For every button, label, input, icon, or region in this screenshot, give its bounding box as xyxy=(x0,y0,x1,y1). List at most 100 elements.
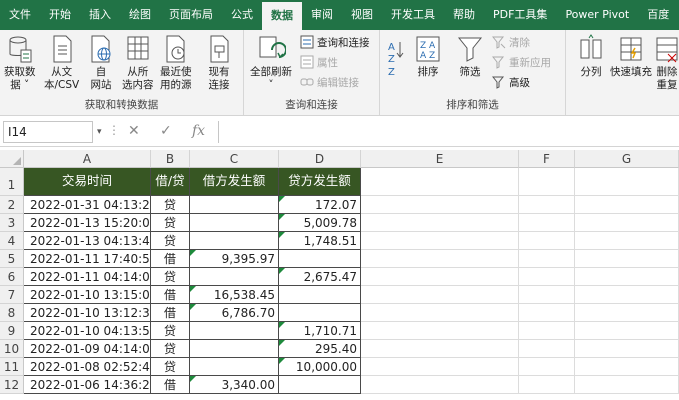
table-cell[interactable] xyxy=(575,268,679,286)
header-cell[interactable]: 借/贷 xyxy=(151,168,190,196)
table-cell[interactable]: 295.40 xyxy=(279,340,361,358)
table-cell[interactable]: 贷 xyxy=(151,322,190,340)
header-cell[interactable] xyxy=(361,168,519,196)
table-cell[interactable]: 贷 xyxy=(151,232,190,250)
header-cell[interactable]: 交易时间 xyxy=(24,168,151,196)
header-cell[interactable]: 借方发生额 xyxy=(190,168,279,196)
table-cell[interactable]: 2022-01-11 17:40:56 xyxy=(24,250,151,268)
table-cell[interactable] xyxy=(361,304,519,322)
table-cell[interactable]: 贷 xyxy=(151,196,190,214)
table-cell[interactable]: 贷 xyxy=(151,268,190,286)
flash-fill-button[interactable]: 快速填充 xyxy=(610,34,652,79)
get-data-button[interactable]: 获取数 据 ˅ xyxy=(4,34,36,92)
row-header[interactable]: 7 xyxy=(0,286,24,304)
table-cell[interactable] xyxy=(190,214,279,232)
formula-input[interactable] xyxy=(218,121,679,143)
table-cell[interactable]: 2022-01-08 02:52:44 xyxy=(24,358,151,376)
tab-9[interactable]: 开发工具 xyxy=(382,0,444,30)
table-cell[interactable]: 5,009.78 xyxy=(279,214,361,232)
table-cell[interactable] xyxy=(361,196,519,214)
table-cell[interactable] xyxy=(361,214,519,232)
table-cell[interactable] xyxy=(575,286,679,304)
row-header[interactable]: 2 xyxy=(0,196,24,214)
row-header[interactable]: 11 xyxy=(0,358,24,376)
tab-6[interactable]: 数据 xyxy=(262,2,302,30)
table-cell[interactable]: 贷 xyxy=(151,340,190,358)
queries-connections-button[interactable]: 查询和连接 xyxy=(300,33,370,51)
table-cell[interactable] xyxy=(361,268,519,286)
table-cell[interactable]: 3,340.00 xyxy=(190,376,279,394)
tab-3[interactable]: 绘图 xyxy=(120,0,160,30)
column-header[interactable]: F xyxy=(519,150,575,168)
table-cell[interactable]: 2022-01-13 15:20:01 xyxy=(24,214,151,232)
table-cell[interactable] xyxy=(519,214,575,232)
column-header[interactable]: A xyxy=(24,150,151,168)
table-cell[interactable] xyxy=(519,286,575,304)
name-box-dropdown-icon[interactable]: ▾ xyxy=(97,127,102,137)
tab-7[interactable]: 审阅 xyxy=(302,0,342,30)
table-cell[interactable] xyxy=(361,376,519,394)
table-cell[interactable] xyxy=(575,196,679,214)
table-cell[interactable] xyxy=(361,250,519,268)
table-cell[interactable] xyxy=(190,340,279,358)
tab-13[interactable]: 百度 xyxy=(638,0,678,30)
row-header[interactable]: 10 xyxy=(0,340,24,358)
name-box[interactable]: I14 xyxy=(3,121,93,143)
table-cell[interactable]: 2022-01-10 04:13:57 xyxy=(24,322,151,340)
row-header[interactable]: 12 xyxy=(0,376,24,394)
from-selection-button[interactable]: 从所 选内容 xyxy=(122,34,154,92)
column-header[interactable]: B xyxy=(151,150,190,168)
table-cell[interactable] xyxy=(190,196,279,214)
sort-az-button[interactable]: AZZ xyxy=(386,38,406,78)
table-cell[interactable] xyxy=(519,304,575,322)
reapply-filter-button[interactable]: 重新应用 xyxy=(492,53,551,71)
table-cell[interactable] xyxy=(361,286,519,304)
tab-0[interactable]: 文件 xyxy=(0,0,40,30)
table-cell[interactable]: 2022-01-09 04:14:03 xyxy=(24,340,151,358)
table-cell[interactable] xyxy=(575,358,679,376)
from-text-csv-button[interactable]: 从文 本/CSV xyxy=(44,34,79,92)
column-header[interactable]: C xyxy=(190,150,279,168)
table-cell[interactable]: 贷 xyxy=(151,358,190,376)
table-cell[interactable] xyxy=(279,250,361,268)
table-cell[interactable] xyxy=(361,322,519,340)
table-cell[interactable]: 贷 xyxy=(151,214,190,232)
table-cell[interactable] xyxy=(519,268,575,286)
text-to-columns-button[interactable]: 分列 xyxy=(578,34,604,79)
tab-2[interactable]: 插入 xyxy=(80,0,120,30)
table-cell[interactable] xyxy=(279,376,361,394)
advanced-filter-button[interactable]: 高级 xyxy=(492,73,530,91)
table-cell[interactable] xyxy=(279,304,361,322)
row-header[interactable]: 9 xyxy=(0,322,24,340)
table-cell[interactable]: 2022-01-10 13:15:07 xyxy=(24,286,151,304)
table-cell[interactable]: 16,538.45 xyxy=(190,286,279,304)
table-cell[interactable] xyxy=(575,214,679,232)
table-cell[interactable] xyxy=(190,358,279,376)
sort-button[interactable]: Z AA Z 排序 xyxy=(414,34,442,79)
table-cell[interactable] xyxy=(575,250,679,268)
table-cell[interactable]: 2022-01-31 04:13:25 xyxy=(24,196,151,214)
table-cell[interactable] xyxy=(361,232,519,250)
table-cell[interactable] xyxy=(519,376,575,394)
table-cell[interactable] xyxy=(575,322,679,340)
filter-button[interactable]: 筛选 xyxy=(456,34,484,79)
table-cell[interactable]: 172.07 xyxy=(279,196,361,214)
column-header[interactable]: E xyxy=(361,150,519,168)
edit-links-button[interactable]: 编辑链接 xyxy=(300,73,359,91)
table-cell[interactable]: 2022-01-13 04:13:43 xyxy=(24,232,151,250)
table-cell[interactable]: 2022-01-06 14:36:26 xyxy=(24,376,151,394)
table-cell[interactable] xyxy=(575,376,679,394)
header-cell[interactable] xyxy=(519,168,575,196)
table-cell[interactable] xyxy=(190,232,279,250)
table-cell[interactable]: 借 xyxy=(151,286,190,304)
row-header[interactable]: 6 xyxy=(0,268,24,286)
insert-function-icon[interactable]: fx xyxy=(192,123,205,139)
row-header[interactable]: 1 xyxy=(0,168,24,196)
table-cell[interactable] xyxy=(575,304,679,322)
tab-11[interactable]: PDF工具集 xyxy=(484,0,556,30)
tab-1[interactable]: 开始 xyxy=(40,0,80,30)
recent-sources-button[interactable]: 最近使 用的源 xyxy=(160,34,192,92)
enter-icon[interactable]: ✓ xyxy=(160,123,172,139)
row-header[interactable]: 4 xyxy=(0,232,24,250)
table-cell[interactable]: 2,675.47 xyxy=(279,268,361,286)
